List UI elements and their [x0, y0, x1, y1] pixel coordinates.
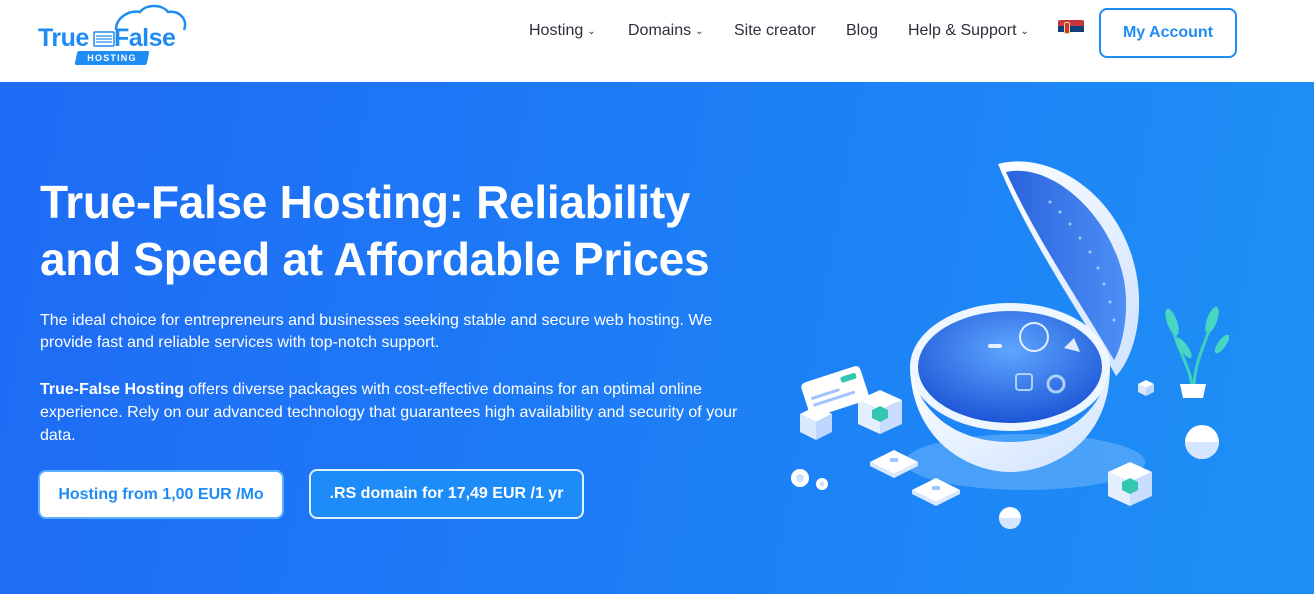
hosting-price-button[interactable]: Hosting from 1,00 EUR /Mo: [38, 470, 284, 519]
hero-section: True-False Hosting: Reliability and Spee…: [0, 82, 1314, 594]
hero-paragraph-2-bold: True-False Hosting: [40, 381, 185, 398]
hero-title: True-False Hosting: Reliability and Spee…: [40, 176, 710, 285]
my-account-button[interactable]: My Account: [1099, 8, 1237, 58]
chevron-down-icon: ⌄: [587, 26, 596, 37]
nav-item-blog[interactable]: Blog: [846, 22, 878, 40]
nav-label: Domains: [628, 22, 692, 39]
globe-hosting-illustration: [791, 161, 1230, 529]
rs-domain-price-button[interactable]: .RS domain for 17,49 EUR /1 yr: [309, 469, 584, 519]
nav-item-hosting[interactable]: Hosting ⌄: [529, 22, 596, 40]
nav-label: Site creator: [734, 22, 816, 39]
chevron-down-icon: ⌄: [695, 26, 704, 37]
nav-item-domains[interactable]: Domains ⌄: [628, 22, 704, 40]
logo-word-false: False: [114, 24, 176, 52]
nav-label: Blog: [846, 22, 879, 39]
hero-paragraph-1: The ideal choice for entrepreneurs and b…: [40, 312, 713, 351]
nav-label: Help & Support: [908, 22, 1017, 39]
serbia-flag-icon[interactable]: [1058, 20, 1084, 38]
logo-word-true: True: [38, 24, 89, 52]
hero-paragraph-2: True-False Hosting offers diverse packag…: [40, 378, 740, 447]
nav-item-help-support[interactable]: Help & Support ⌄: [908, 22, 1029, 40]
nav-item-site-creator[interactable]: Site creator: [734, 22, 816, 40]
chevron-down-icon: ⌄: [1020, 26, 1029, 37]
site-logo[interactable]: True False HOSTING: [36, 4, 188, 65]
site-header: True False HOSTING Hosting ⌄ Domains ⌄ Sit…: [0, 0, 1314, 82]
logo-badge-text: HOSTING: [87, 53, 137, 63]
nav-label: Hosting: [529, 22, 584, 39]
